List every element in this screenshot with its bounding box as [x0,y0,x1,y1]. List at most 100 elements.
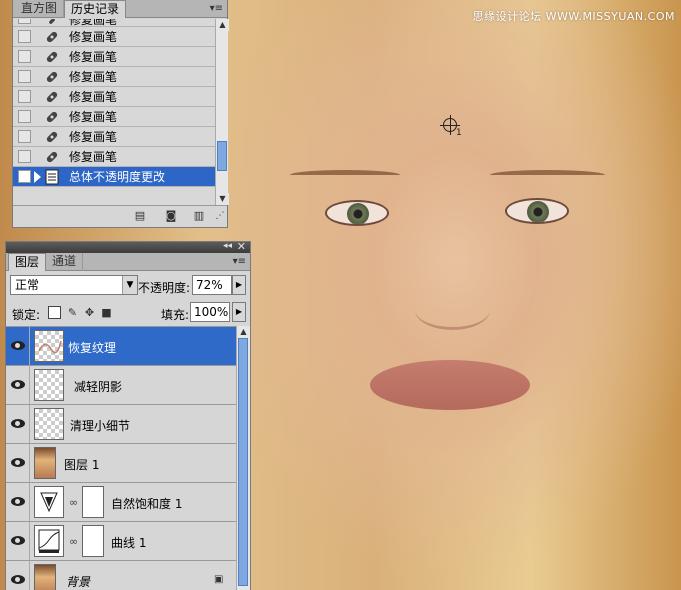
history-item[interactable]: 修复画笔 [13,27,215,47]
layer-name[interactable]: 曲线 1 [111,534,146,551]
history-item[interactable]: 修复画笔 [13,127,215,147]
eye-icon[interactable] [11,419,25,428]
scroll-down-arrow-icon[interactable]: ▼ [216,193,229,205]
trash-icon[interactable]: ▥ [192,210,206,222]
healing-brush-icon [43,108,61,126]
opacity-input[interactable]: 72% [192,275,232,295]
history-tabs: 直方图 历史记录 ▾≡ [13,0,227,18]
layer-name[interactable]: 减轻阴影 [74,378,122,395]
tab-histogram[interactable]: 直方图 [15,0,65,18]
collapse-icon[interactable]: ◂◂ [223,241,232,251]
visibility-toggle[interactable] [6,522,30,560]
layer-name[interactable]: 恢复纹理 [68,339,116,356]
blend-row: 正常 ▼ 不透明度: 72% ▶ [6,272,250,298]
healing-brush-icon [43,148,61,166]
history-item-label: 修复画笔 [69,150,118,164]
new-document-icon[interactable]: ▤ [133,210,147,222]
visibility-toggle[interactable] [6,561,30,590]
history-item[interactable]: 修复画笔 [13,147,215,167]
layer-row[interactable]: 图层 1 [6,444,236,483]
eye-icon[interactable] [11,458,25,467]
layer-thumbnail [34,447,56,479]
history-item-label: 修复画笔 [69,90,118,104]
healing-brush-icon [43,128,61,146]
resize-grip-icon[interactable]: ⋰ [213,210,227,222]
history-item-selected[interactable]: 总体不透明度更改 [13,167,215,187]
history-checkbox[interactable] [18,30,31,43]
history-checkbox[interactable] [18,19,31,24]
layer-name[interactable]: 图层 1 [64,456,99,473]
history-item[interactable]: 修复画笔 [13,47,215,67]
history-checkbox[interactable] [18,150,31,163]
history-item-label: 修复画笔 [69,30,118,44]
visibility-toggle[interactable] [6,483,30,521]
layer-row[interactable]: 减轻阴影 [6,366,236,405]
opacity-arrow-icon[interactable]: ▶ [232,275,246,295]
panel-menu-icon[interactable]: ▾≡ [233,256,246,267]
layer-row[interactable]: ∞ 自然饱和度 1 [6,483,236,522]
scroll-up-arrow-icon[interactable]: ▲ [237,326,250,338]
chevron-down-icon[interactable]: ▼ [122,276,137,294]
layers-scroll-thumb[interactable] [238,338,248,586]
history-item[interactable]: 修复画笔 [13,87,215,107]
tab-history[interactable]: 历史记录 [64,0,127,18]
eye-icon[interactable] [11,575,25,584]
history-checkbox[interactable] [18,170,31,183]
opacity-label: 不透明度: [138,281,191,295]
layers-scrollbar[interactable]: ▲ [236,326,250,590]
blend-mode-select[interactable]: 正常 ▼ [10,275,138,295]
visibility-toggle[interactable] [6,444,30,482]
history-checkbox[interactable] [18,130,31,143]
history-list: 修复画笔 修复画笔 修复画笔 修复画笔 修复画笔 修复画笔 修复画笔 修复画笔 … [13,19,215,205]
history-scroll-thumb[interactable] [217,141,227,171]
layer-thumbnail [34,564,56,590]
healing-brush-icon [43,88,61,106]
history-checkbox[interactable] [18,90,31,103]
layer-name[interactable]: 清理小细节 [70,417,130,434]
scroll-up-arrow-icon[interactable]: ▲ [216,19,229,31]
layers-title-bar[interactable]: ◂◂ ✕ [6,240,250,253]
tab-layers[interactable]: 图层 [8,253,47,271]
visibility-toggle[interactable] [6,366,30,404]
layer-mask-thumbnail[interactable] [82,525,104,557]
layer-row[interactable]: 清理小细节 [6,405,236,444]
healing-brush-icon [43,19,61,25]
visibility-toggle[interactable] [6,405,30,443]
tab-channels[interactable]: 通道 [46,253,84,271]
eye-icon[interactable] [11,380,25,389]
left-iris [347,203,369,224]
lock-brush-icon[interactable]: ✎ [66,306,79,319]
link-icon[interactable]: ∞ [69,535,78,548]
close-icon[interactable]: ✕ [237,240,246,253]
eye-icon[interactable] [11,341,25,350]
crosshair-cursor-icon [440,115,460,135]
layer-row[interactable]: ∞ 曲线 1 [6,522,236,561]
history-checkbox[interactable] [18,70,31,83]
layers-tabs: 图层 通道 ▾≡ [6,253,250,271]
blend-mode-value: 正常 [15,278,40,292]
panel-menu-icon[interactable]: ▾≡ [210,3,223,14]
lock-move-icon[interactable]: ✥ [83,306,96,319]
layer-name[interactable]: 自然饱和度 1 [111,495,182,512]
history-checkbox[interactable] [18,110,31,123]
history-item-label: 总体不透明度更改 [69,170,166,184]
history-checkbox[interactable] [18,50,31,63]
lock-all-icon[interactable]: ■ [100,306,113,319]
link-icon[interactable]: ∞ [69,496,78,509]
left-eye [325,200,389,226]
history-item[interactable]: 修复画笔 [13,19,215,27]
lock-transparency-icon[interactable] [48,306,61,319]
fill-arrow-icon[interactable]: ▶ [232,302,246,322]
fill-input[interactable]: 100% [190,302,230,322]
history-scrollbar[interactable]: ▲ ▼ [215,19,229,205]
visibility-toggle[interactable] [6,327,30,365]
layer-row[interactable]: 背景 ▣ [6,561,236,590]
layer-name[interactable]: 背景 [66,573,90,590]
snapshot-camera-icon[interactable]: ◙ [164,210,178,222]
eye-icon[interactable] [11,536,25,545]
eye-icon[interactable] [11,497,25,506]
layer-mask-thumbnail[interactable] [82,486,104,518]
history-item[interactable]: 修复画笔 [13,107,215,127]
history-item[interactable]: 修复画笔 [13,67,215,87]
layer-row-selected[interactable]: 恢复纹理 [6,327,236,366]
